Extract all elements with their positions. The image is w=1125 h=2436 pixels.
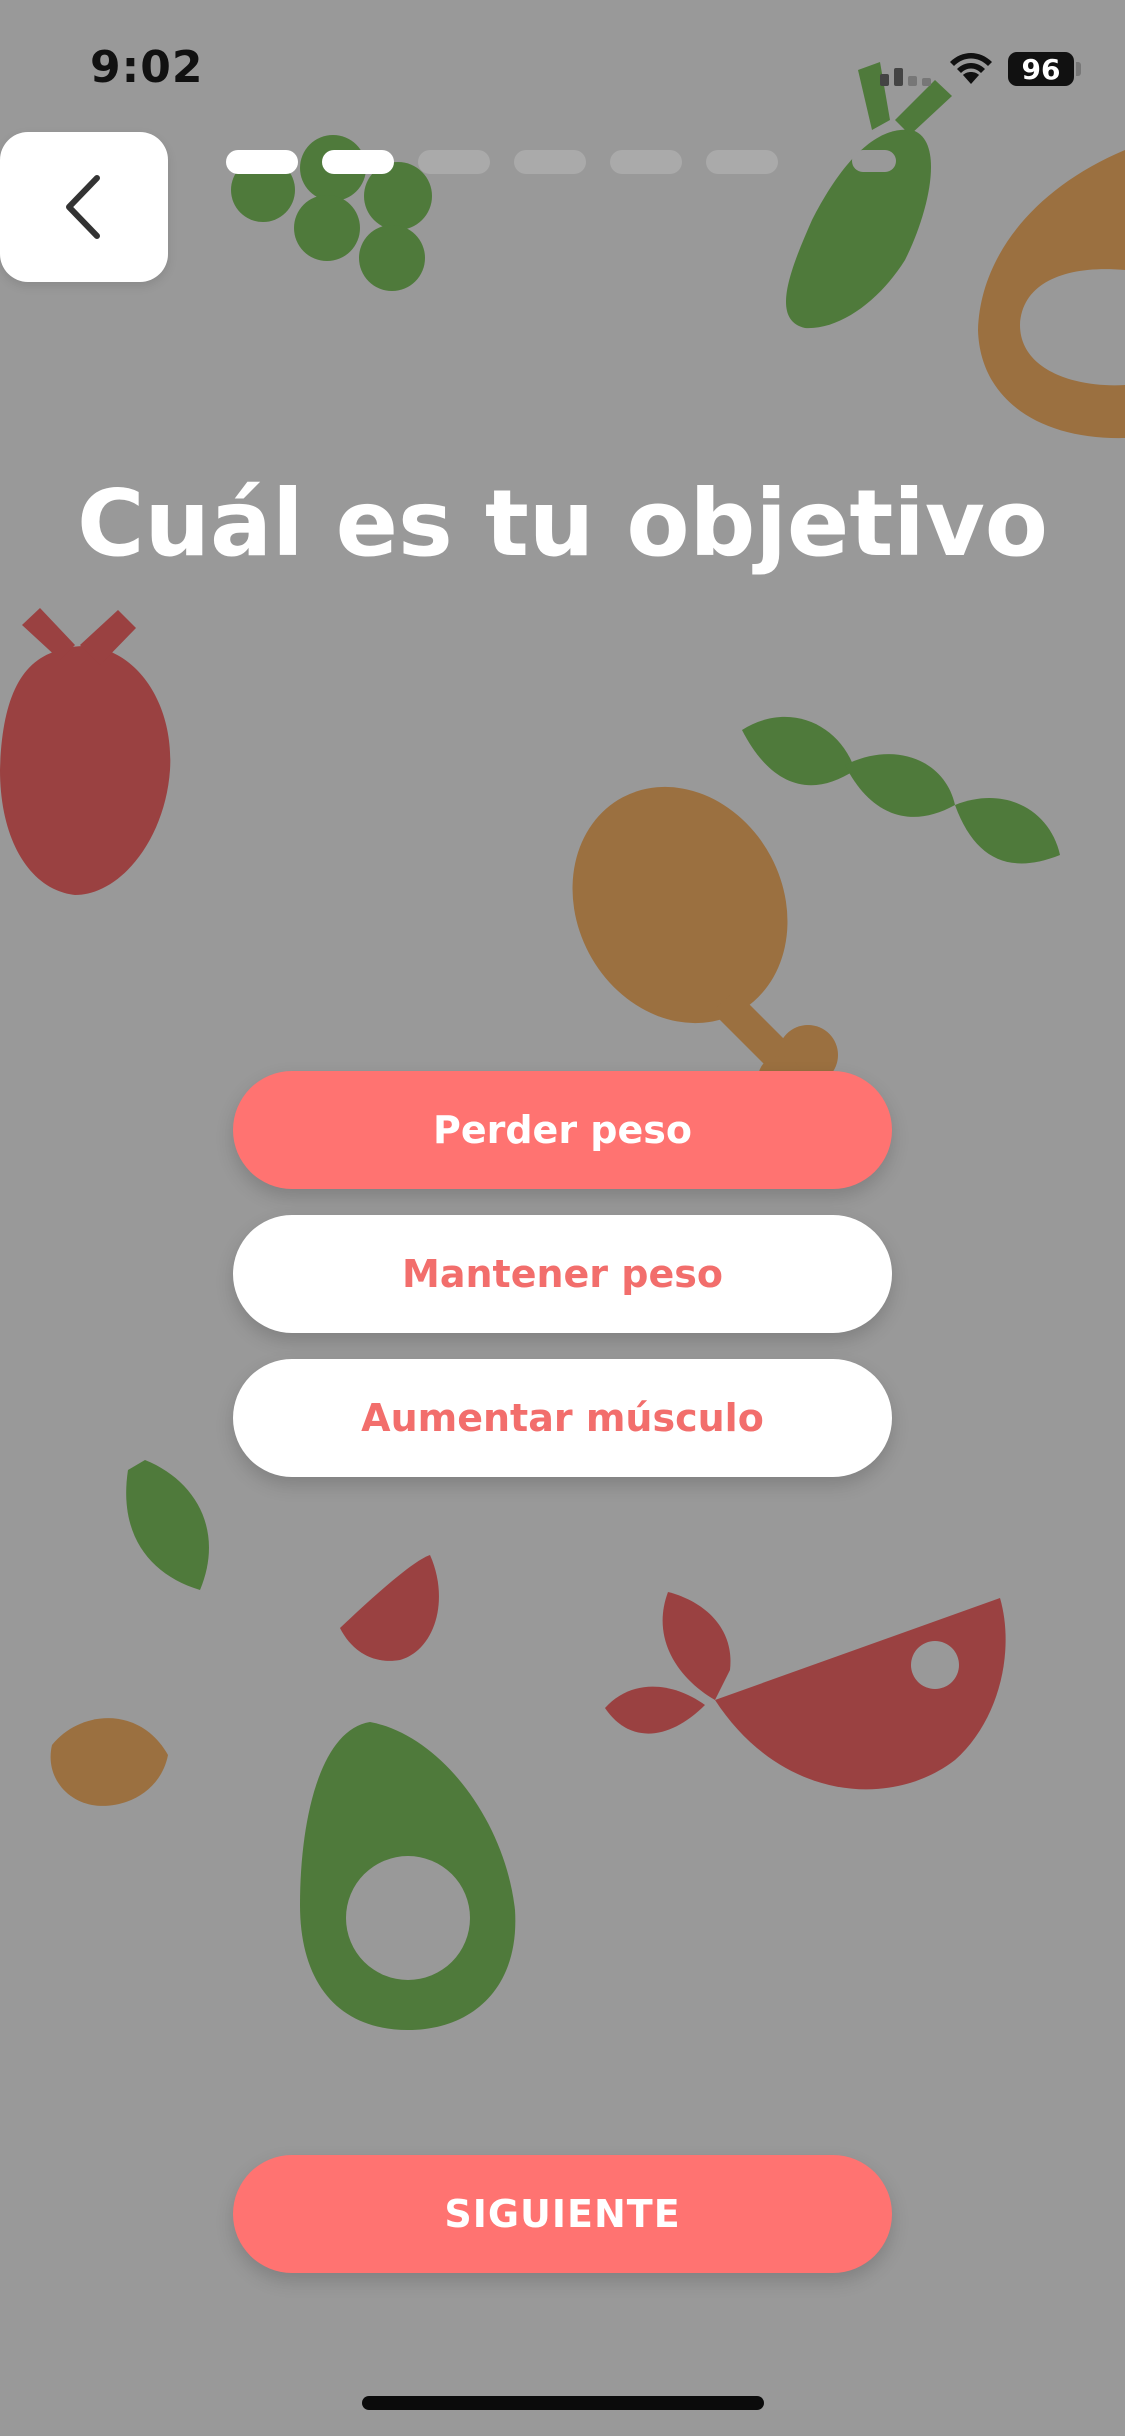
progress-segment [226, 150, 298, 174]
option-perder-peso[interactable]: Perder peso [233, 1071, 892, 1189]
option-aumentar-musculo[interactable]: Aumentar músculo [233, 1359, 892, 1477]
leaf-icon [126, 1460, 209, 1590]
progress-segment [706, 150, 778, 174]
progress-segment [514, 150, 586, 174]
option-mantener-peso[interactable]: Mantener peso [233, 1215, 892, 1333]
nut-icon [50, 1718, 169, 1806]
drumstick-icon [572, 786, 838, 1100]
slice-icon [340, 1555, 439, 1661]
progress-segment [322, 150, 394, 174]
onboarding-goal-screen: 9:02 96 Cuál es tu objetivo Perder peso … [0, 0, 1125, 2436]
carrot-icon [786, 62, 952, 329]
strawberry-icon [0, 608, 171, 895]
avocado-icon [300, 1722, 516, 2030]
progress-indicator [226, 150, 786, 174]
page-title: Cuál es tu objetivo [76, 470, 1049, 577]
battery-tip [1076, 62, 1081, 76]
next-button[interactable]: SIGUIENTE [233, 2155, 892, 2273]
home-indicator [362, 2396, 764, 2410]
cellular-signal-icon [880, 68, 931, 86]
battery-icon: 96 [1008, 52, 1074, 86]
progress-segment [610, 150, 682, 174]
ring-icon [978, 150, 1125, 439]
progress-segment [418, 150, 490, 174]
back-button[interactable] [0, 132, 168, 282]
watermelon-icon [605, 1592, 1006, 1790]
chevron-left-icon [66, 175, 100, 239]
leaves-icon [742, 716, 1060, 864]
wifi-icon [950, 53, 992, 84]
status-time: 9:02 [90, 42, 204, 93]
